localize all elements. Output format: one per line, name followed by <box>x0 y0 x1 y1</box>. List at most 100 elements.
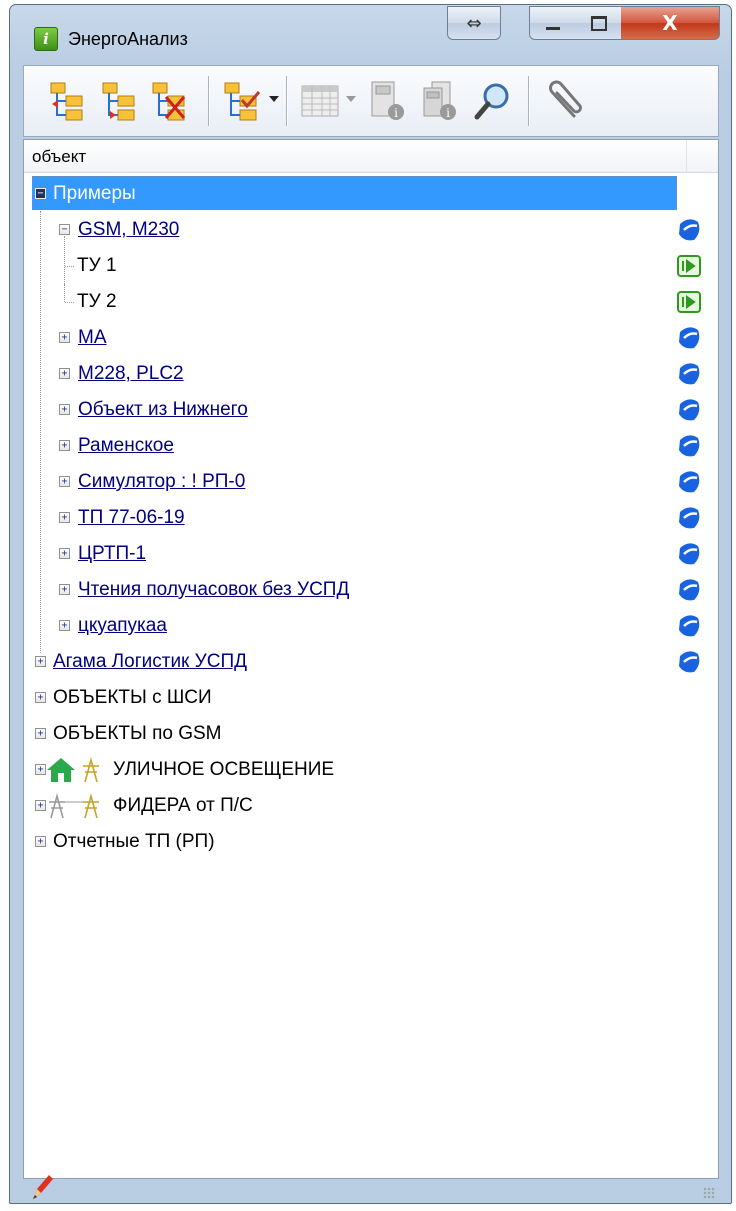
power-line-icon <box>49 792 99 819</box>
expand-icon[interactable]: + <box>35 656 46 667</box>
tree-node-label: Объект из Нижнего <box>78 399 248 420</box>
object-status-icon <box>679 471 700 493</box>
tree-node-label: Симулятор : ! РП-0 <box>78 471 246 492</box>
column-header-label: объект <box>32 147 87 166</box>
magnifier-icon <box>474 83 509 120</box>
toolbar-separator <box>208 76 210 126</box>
resize-grip[interactable] <box>703 1187 715 1199</box>
app-icon: i <box>34 27 58 51</box>
expand-icon[interactable]: + <box>59 548 70 559</box>
tree-node-gsm-m230[interactable]: − GSM, M230 <box>24 212 718 248</box>
paperclip-icon <box>549 80 582 118</box>
expand-icon[interactable]: + <box>59 368 70 379</box>
tree-add-button[interactable] <box>48 80 88 122</box>
channel-status-icon <box>677 291 701 313</box>
tree-node-label: ТУ 1 <box>77 255 117 276</box>
tree-node-label: M228, PLC2 <box>78 363 184 384</box>
collapse-icon[interactable]: − <box>59 224 70 235</box>
tree-node-simulyator[interactable]: + Симулятор : ! РП-0 <box>24 464 718 500</box>
tree-check-dropdown-icon[interactable] <box>269 96 279 102</box>
attach-button[interactable] <box>544 80 584 122</box>
tree-node-label: ОБЪЕКТЫ с ШСИ <box>53 687 212 708</box>
tree-node-obekt-iz-nizhnego[interactable]: + Объект из Нижнего <box>24 392 718 428</box>
tree-delete-icon <box>152 82 186 121</box>
channel-status-icon <box>677 255 701 277</box>
tree-node-label: GSM, M230 <box>78 219 180 240</box>
tree-line <box>65 266 74 267</box>
tree-delete-button[interactable] <box>150 80 190 122</box>
expand-icon[interactable]: + <box>35 728 46 739</box>
close-icon: X <box>662 11 678 35</box>
expand-icon[interactable]: + <box>59 620 70 631</box>
tree-node-m228-plc2[interactable]: + M228, PLC2 <box>24 356 718 392</box>
tree-check-button[interactable] <box>222 80 262 122</box>
tree-line <box>65 302 74 303</box>
resize-button[interactable]: ⇔ <box>447 6 501 40</box>
tree-remove-icon <box>102 82 135 121</box>
table-button[interactable] <box>300 80 340 122</box>
tree-node-ma[interactable]: + MA <box>24 320 718 356</box>
expand-icon[interactable]: + <box>59 476 70 487</box>
collapse-icon[interactable]: − <box>35 188 46 199</box>
tree-node-chteniya[interactable]: + Чтения получасовок без УСПД <box>24 572 718 608</box>
device-info-button[interactable]: i <box>368 80 408 122</box>
tree-node-label: Чтения получасовок без УСПД <box>78 579 350 600</box>
expand-icon[interactable]: + <box>59 440 70 451</box>
devices-info-icon: i <box>423 81 456 120</box>
tree-node-label: MA <box>78 327 107 348</box>
status-bar <box>23 1175 719 1203</box>
tree-node-tu2[interactable]: ТУ 2 <box>24 284 718 320</box>
object-status-icon <box>679 579 700 601</box>
toolbar-separator <box>286 76 288 126</box>
tree-node-label: цкуапукаа <box>78 615 167 636</box>
tree-node-tp-77-06-19[interactable]: + ТП 77-06-19 <box>24 500 718 536</box>
tree-node-label: ОБЪЕКТЫ по GSM <box>53 723 222 744</box>
tree-panel[interactable]: объект − Примеры − GSM, M230 ТУ 1 ТУ 2 +… <box>23 139 719 1179</box>
tree-line <box>64 236 65 284</box>
column-divider[interactable] <box>686 140 687 173</box>
app-window: i ЭнергоАнализ ⇔ X i i объект − Примеры … <box>9 4 732 1204</box>
expand-icon[interactable]: + <box>35 836 46 847</box>
tree-add-icon <box>50 82 83 121</box>
tree-node-ulichnoe-osveshchenie[interactable]: + УЛИЧНОЕ ОСВЕЩЕНИЕ <box>24 752 718 788</box>
search-button[interactable] <box>472 80 512 122</box>
resize-arrows-icon: ⇔ <box>466 12 482 34</box>
object-status-icon <box>679 615 700 637</box>
object-status-icon <box>679 399 700 421</box>
tree-node-tu1[interactable]: ТУ 1 <box>24 236 718 284</box>
tree-node-crtp-1[interactable]: + ЦРТП-1 <box>24 536 718 572</box>
tree-node-agama[interactable]: + Агама Логистик УСПД <box>24 644 718 680</box>
expand-icon[interactable]: + <box>59 584 70 595</box>
devices-info-button[interactable]: i <box>420 80 460 122</box>
object-status-icon <box>679 363 700 385</box>
expand-icon[interactable]: + <box>35 692 46 703</box>
tree-node-otchetnye-tp[interactable]: + Отчетные ТП (РП) <box>24 824 718 860</box>
tree-node-primery[interactable]: − Примеры <box>24 176 718 212</box>
tree-node-obekty-s-shsi[interactable]: + ОБЪЕКТЫ с ШСИ <box>24 680 718 716</box>
column-header[interactable]: объект <box>24 140 718 173</box>
tree-node-ckuapukaa[interactable]: + цкуапукаа <box>24 608 718 644</box>
toolbar-separator <box>528 76 530 126</box>
close-button[interactable]: X <box>621 6 720 40</box>
tree-node-fidera[interactable]: + ФИДЕРА от П/С <box>24 788 718 824</box>
tree-check-icon <box>224 82 261 121</box>
pencil-icon[interactable] <box>29 1173 55 1203</box>
tree-remove-button[interactable] <box>100 80 140 122</box>
object-status-icon <box>679 327 700 349</box>
minimize-button[interactable] <box>529 6 577 40</box>
title-bar[interactable]: i ЭнергоАнализ ⇔ X <box>10 5 731 69</box>
svg-text:i: i <box>446 106 450 120</box>
tree-line <box>64 284 65 302</box>
tree-node-label: ФИДЕРА от П/С <box>113 795 253 816</box>
tree-node-ramenskoe[interactable]: + Раменское <box>24 428 718 464</box>
expand-icon[interactable]: + <box>59 404 70 415</box>
tree-node-obekty-po-gsm[interactable]: + ОБЪЕКТЫ по GSM <box>24 716 718 752</box>
maximize-icon <box>590 15 607 31</box>
expand-icon[interactable]: + <box>59 512 70 523</box>
table-dropdown-icon[interactable] <box>346 96 356 102</box>
tree-node-label: ТП 77-06-19 <box>78 507 185 528</box>
tree-node-label: Отчетные ТП (РП) <box>53 831 215 852</box>
maximize-button[interactable] <box>576 6 622 40</box>
expand-icon[interactable]: + <box>59 332 70 343</box>
tree-node-label: ТУ 2 <box>77 291 117 312</box>
